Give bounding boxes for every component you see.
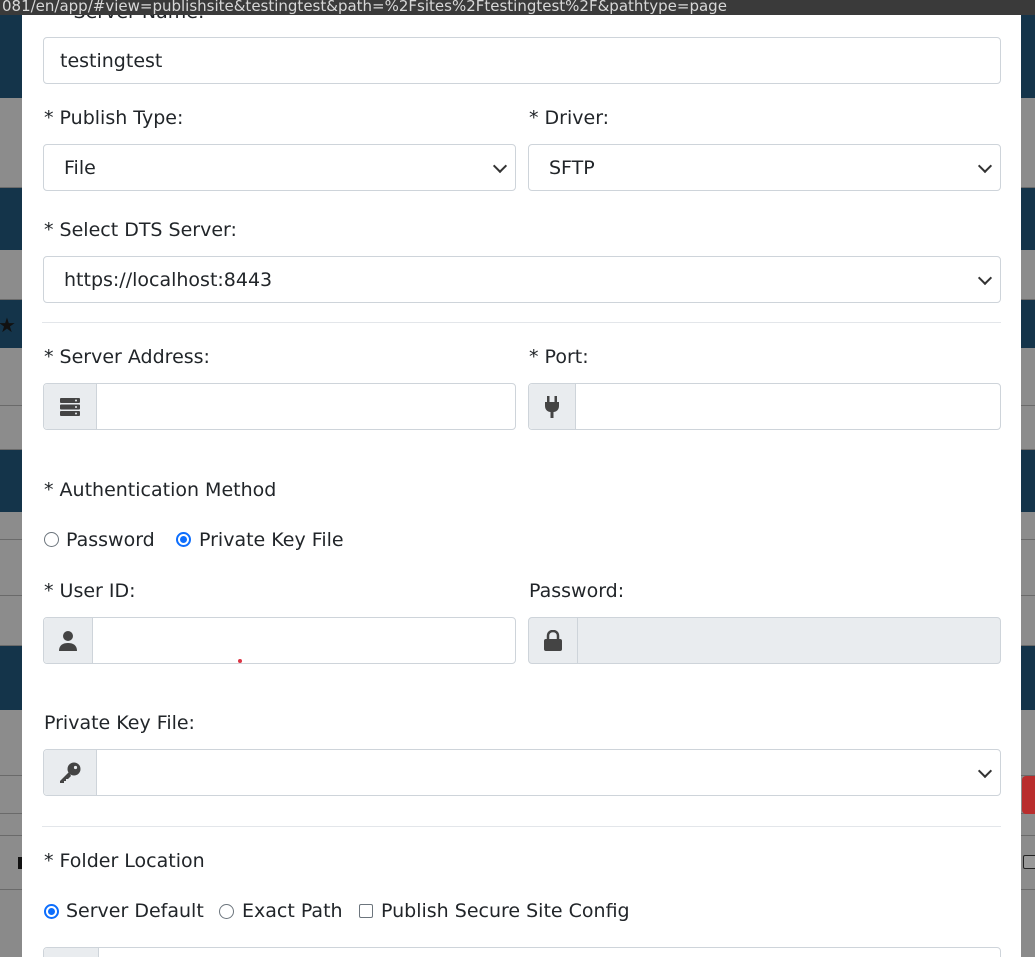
authentication-method-label: * Authentication Method [44, 479, 277, 501]
auth-private-key-label[interactable]: Private Key File [199, 529, 344, 551]
publish-secure-site-config-checkbox[interactable] [359, 904, 373, 918]
chevron-down-icon [977, 158, 993, 173]
password-input[interactable] [528, 617, 1001, 664]
publish-settings-modal: * Server Name: testingtest * Publish Typ… [22, 15, 1021, 957]
background-checkbox [1023, 855, 1035, 869]
plug-icon [529, 384, 576, 429]
folder-location-label: * Folder Location [44, 850, 205, 872]
folder-server-default-radio[interactable] [44, 904, 59, 919]
folder-path-input[interactable] [43, 947, 1001, 957]
lock-icon [529, 618, 578, 663]
chevron-down-icon [977, 763, 993, 778]
key-icon [44, 750, 97, 795]
dts-server-select[interactable]: https://localhost:8443 [43, 256, 1001, 303]
publish-secure-site-config-label[interactable]: Publish Secure Site Config [381, 900, 630, 922]
cursor-marker [238, 659, 242, 663]
port-input[interactable] [528, 383, 1001, 430]
password-label: Password: [529, 580, 625, 602]
chevron-down-icon [977, 270, 993, 285]
star-icon: ★ [0, 313, 16, 337]
user-id-input[interactable] [43, 617, 516, 664]
folder-exact-path-radio[interactable] [219, 904, 234, 919]
section-divider [42, 826, 1001, 827]
driver-select[interactable]: SFTP [528, 144, 1001, 191]
trash-icon [1022, 776, 1035, 814]
folder-exact-path-label[interactable]: Exact Path [242, 900, 343, 922]
publish-type-select[interactable]: File [43, 144, 516, 191]
browser-url-bar: 081/en/app/#view=publishsite&testingtest… [0, 0, 1035, 15]
folder-icon [44, 948, 99, 957]
dts-server-label: * Select DTS Server: [44, 219, 237, 241]
folder-server-default-label[interactable]: Server Default [66, 900, 204, 922]
auth-password-label[interactable]: Password [66, 529, 155, 551]
server-icon [44, 384, 97, 429]
user-id-label: * User ID: [44, 580, 136, 602]
auth-password-radio[interactable] [44, 532, 59, 547]
auth-private-key-radio[interactable] [176, 532, 191, 547]
user-icon [44, 618, 93, 663]
server-name-input[interactable]: testingtest [43, 37, 1001, 84]
server-address-label: * Server Address: [44, 346, 210, 368]
private-key-file-select[interactable] [43, 749, 1001, 796]
server-address-input[interactable] [43, 383, 516, 430]
port-label: * Port: [529, 346, 589, 368]
section-divider [42, 322, 1001, 323]
server-name-label: * Server Name: [58, 15, 204, 23]
private-key-file-label: Private Key File: [44, 712, 195, 734]
publish-type-label: * Publish Type: [44, 107, 184, 129]
chevron-down-icon [492, 158, 508, 173]
driver-label: * Driver: [529, 107, 610, 129]
